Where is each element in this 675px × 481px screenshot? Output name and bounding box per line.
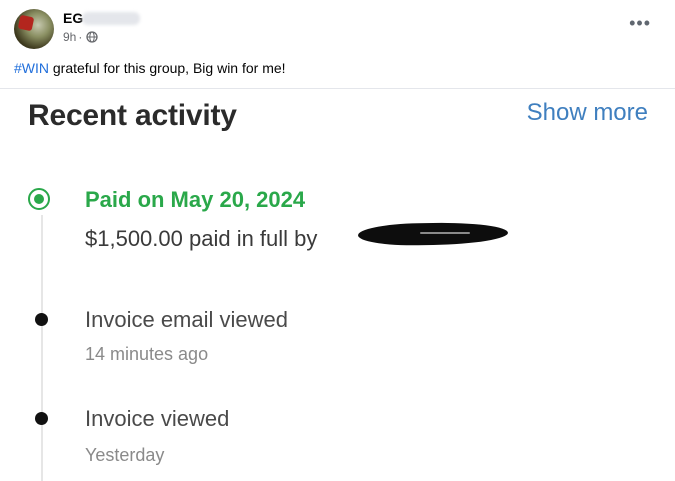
email-viewed-title: Invoice email viewed (85, 307, 288, 332)
email-viewed-time: 14 minutes ago (85, 344, 209, 364)
author-name[interactable]: EG (63, 10, 83, 26)
avatar[interactable] (14, 9, 54, 49)
ellipsis-icon[interactable]: ••• (629, 14, 651, 32)
paid-title: Paid on May 20, 2024 (85, 187, 306, 212)
timeline-dot (35, 412, 48, 425)
timeline-dot (35, 313, 48, 326)
invoice-viewed-title: Invoice viewed (85, 406, 230, 431)
globe-icon[interactable] (86, 31, 99, 43)
post-time[interactable]: 9h (63, 30, 76, 44)
invoice-viewed-time: Yesterday (85, 445, 165, 465)
meta-separator: · (78, 30, 83, 44)
avatar-detail (17, 14, 35, 32)
hashtag-link[interactable]: #WIN (14, 60, 49, 76)
post-caption: #WIN grateful for this group, Big win fo… (14, 60, 286, 76)
show-more-link[interactable]: Show more (527, 99, 648, 127)
attached-screenshot[interactable]: Recent activity Show more Paid on May 20… (0, 89, 675, 481)
paid-detail: $1,500.00 paid in full by (85, 226, 318, 251)
recent-activity-title: Recent activity (28, 99, 237, 132)
author-name-redacted (82, 12, 140, 25)
paid-status-icon (28, 188, 50, 210)
facebook-post: EG 9h · ••• #WIN grateful for this group… (0, 0, 675, 481)
caption-text: grateful for this group, Big win for me! (49, 60, 286, 76)
redaction-streak (420, 232, 470, 234)
post-meta: 9h · (63, 30, 99, 44)
timeline-line (41, 215, 43, 481)
redaction-mark (357, 221, 509, 247)
